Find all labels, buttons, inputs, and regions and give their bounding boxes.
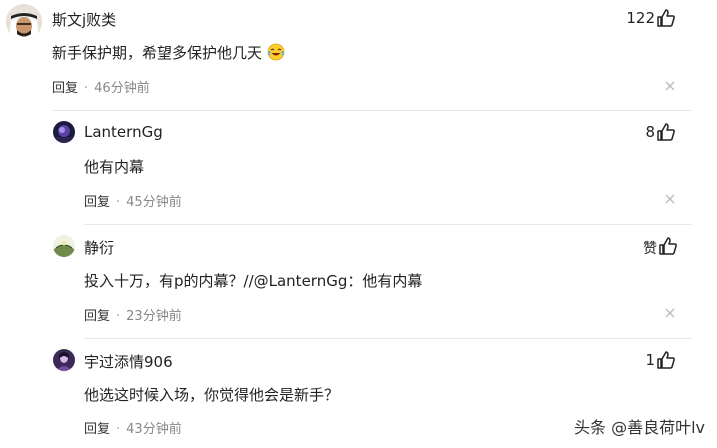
separator-dot: · xyxy=(84,81,89,96)
username[interactable]: 宇过添情906 xyxy=(84,351,173,372)
avatar[interactable] xyxy=(53,121,75,143)
timestamp: 23分钟前 xyxy=(126,309,182,324)
thumbs-up-icon[interactable] xyxy=(656,350,676,370)
crying-laughing-emoji xyxy=(267,43,285,61)
close-icon[interactable] xyxy=(664,80,676,92)
avatar[interactable] xyxy=(53,235,75,257)
reply-button[interactable]: 回复 xyxy=(84,195,110,210)
reply-button[interactable]: 回复 xyxy=(84,422,110,437)
comment-meta: 回复 · 46分钟前 xyxy=(52,77,150,96)
like-label[interactable]: 赞 xyxy=(643,238,657,258)
thumbs-up-icon[interactable] xyxy=(656,8,676,28)
thumbs-up-icon[interactable] xyxy=(658,236,678,256)
close-icon[interactable] xyxy=(664,307,676,319)
separator-dot: · xyxy=(116,422,121,437)
comment-meta: 回复 · 23分钟前 xyxy=(84,305,182,324)
comment-meta: 回复 · 43分钟前 xyxy=(84,418,182,437)
separator-dot: · xyxy=(116,309,121,324)
timestamp: 43分钟前 xyxy=(126,422,182,437)
close-icon[interactable] xyxy=(664,193,676,205)
divider xyxy=(84,224,692,225)
like-count[interactable]: 8 xyxy=(645,123,655,141)
avatar-image xyxy=(6,4,42,40)
like-count[interactable]: 122 xyxy=(626,9,655,27)
comment-text: 他选这时候入场，你觉得他会是新手？ xyxy=(84,386,340,404)
avatar[interactable] xyxy=(53,349,75,371)
username[interactable]: 静衍 xyxy=(84,237,114,258)
divider xyxy=(52,110,692,111)
comment-meta: 回复 · 45分钟前 xyxy=(84,191,182,210)
divider xyxy=(84,338,692,339)
avatar-image xyxy=(53,121,75,143)
avatar-image xyxy=(53,349,75,371)
separator-dot: · xyxy=(116,195,121,210)
comment-text: 新手保护期，希望多保护他几天 xyxy=(52,42,285,63)
like-count[interactable]: 1 xyxy=(645,351,655,369)
watermark: 头条 @善良荷叶lv xyxy=(573,418,705,437)
comment-text: 投入十万，有p的内幕？//@LanternGg：他有内幕 xyxy=(84,272,423,290)
reply-button[interactable]: 回复 xyxy=(52,81,78,96)
thumbs-up-icon[interactable] xyxy=(656,122,676,142)
comment-text: 他有内幕 xyxy=(84,158,145,176)
username[interactable]: 斯文j败类 xyxy=(52,9,116,30)
username[interactable]: LanternGg xyxy=(84,123,163,141)
avatar-image xyxy=(53,235,75,257)
reply-button[interactable]: 回复 xyxy=(84,309,110,324)
timestamp: 46分钟前 xyxy=(94,81,150,96)
timestamp: 45分钟前 xyxy=(126,195,182,210)
avatar[interactable] xyxy=(6,4,42,40)
